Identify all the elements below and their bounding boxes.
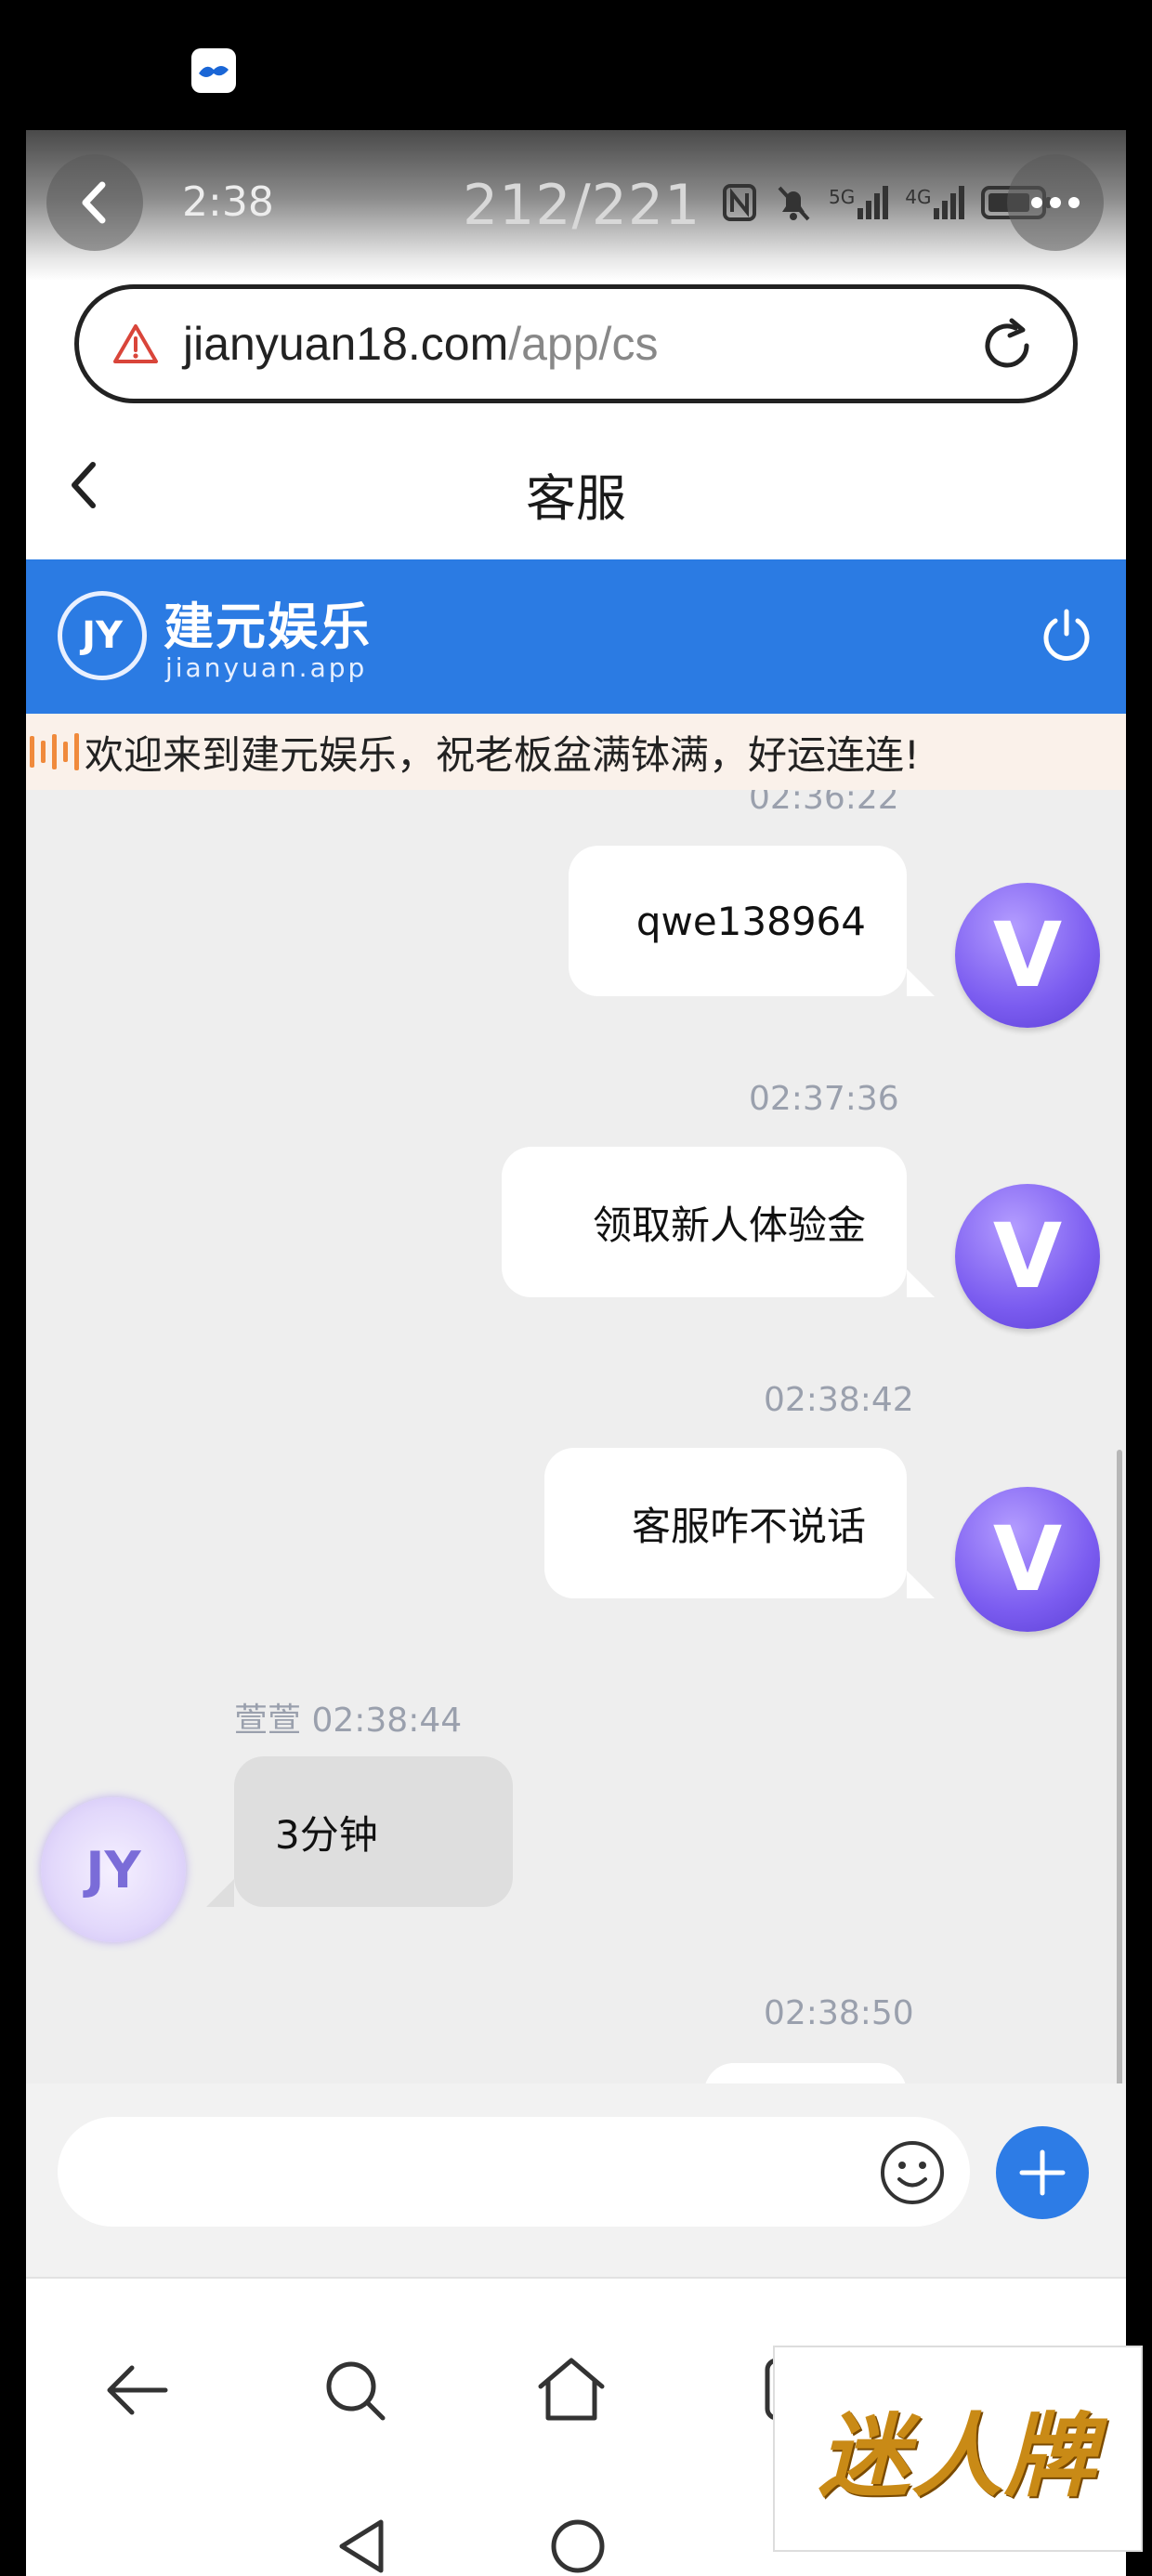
warning-icon	[113, 324, 158, 363]
bell-muted-icon	[778, 186, 810, 221]
signal-5g-icon: 5G	[829, 186, 889, 219]
message-bubble-sent[interactable]: qwe138964	[569, 846, 907, 996]
overlay-more-button[interactable]	[1007, 154, 1104, 251]
message-time: 02:36:22	[749, 790, 899, 817]
message-text: 3分钟	[275, 1811, 378, 1858]
brand-logo: JY	[58, 591, 147, 680]
chat-scrollbar[interactable]	[1117, 1450, 1122, 2083]
status-bar: 2:38 212/221 5G 4G	[26, 130, 1126, 281]
bubble-tail	[907, 968, 935, 996]
message-sender-time: 萱萱 02:38:44	[234, 1693, 462, 1741]
user-avatar[interactable]: V	[955, 883, 1100, 1028]
user-avatar[interactable]: V	[955, 1184, 1100, 1329]
message-bubble-received[interactable]: 3分钟	[234, 1756, 513, 1907]
system-icons: 5G 4G	[721, 182, 1052, 223]
message-input[interactable]	[58, 2117, 970, 2227]
message-text: 客服咋不说话	[631, 1503, 866, 1549]
page-header: 客服	[26, 409, 1126, 558]
reload-icon[interactable]	[978, 317, 1036, 375]
marquee-text: 欢迎来到建元娱乐，祝老板盆满钵满，好运连连!	[85, 731, 920, 778]
page-title: 客服	[526, 469, 626, 528]
message-bubble-sent[interactable]	[704, 2063, 907, 2083]
home-icon[interactable]	[535, 2353, 608, 2425]
message-text: qwe138964	[635, 898, 866, 944]
nfc-icon	[723, 184, 756, 221]
user-avatar[interactable]: V	[955, 1487, 1100, 1632]
overlay-back-button[interactable]	[46, 154, 143, 251]
watermark-logo: 迷人牌	[773, 2346, 1143, 2552]
announcement-marquee: 欢迎来到建元娱乐，祝老板盆满钵满，好运连连!	[26, 714, 1126, 790]
address-bar[interactable]: jianyuan18.com/app/cs	[74, 284, 1078, 403]
message-bubble-sent[interactable]: 领取新人体验金	[502, 1147, 907, 1297]
search-icon[interactable]	[321, 2357, 390, 2425]
sound-bars-icon	[30, 733, 79, 770]
chat-area[interactable]: 02:36:22 qwe138964 V 02:37:36 领取新人体验金 V …	[26, 790, 1126, 2083]
agent-avatar[interactable]: JY	[41, 1797, 186, 1942]
message-time: 02:38:50	[764, 1994, 914, 2032]
page-counter: 212/221	[463, 173, 701, 238]
more-dots-icon	[1031, 197, 1080, 208]
plus-icon	[1019, 2149, 1066, 2196]
message-time: 02:38:42	[764, 1381, 914, 1419]
brand-banner: JY 建元娱乐 jianyuan.app	[26, 559, 1126, 714]
system-back-icon[interactable]	[334, 2517, 390, 2576]
power-icon[interactable]	[1037, 606, 1096, 665]
signal-4g-icon: 4G	[905, 186, 965, 219]
message-time: 02:38:44	[311, 1702, 463, 1740]
message-time: 02:37:36	[749, 1080, 899, 1118]
chevron-left-icon	[82, 181, 106, 224]
brand-name-cn: 建元娱乐	[164, 598, 372, 656]
bubble-tail	[206, 1879, 234, 1907]
url-text: jianyuan18.com/app/cs	[183, 318, 659, 370]
message-text: 领取新人体验金	[592, 1202, 866, 1248]
add-attachment-button[interactable]	[996, 2126, 1089, 2219]
status-time: 2:38	[182, 178, 274, 226]
phone-screen: 2:38 212/221 5G 4G jianyuan18.com/app/cs…	[26, 130, 1126, 2576]
bubble-tail	[907, 1571, 935, 1598]
back-arrow-icon[interactable]	[102, 2360, 171, 2420]
bubble-tail	[907, 1269, 935, 1297]
watermark-text: 迷人牌	[818, 2404, 1097, 2510]
input-bar	[26, 2083, 1126, 2279]
brand-name-en: jianyuan.app	[165, 652, 368, 683]
sender-name: 萱萱	[234, 1702, 302, 1740]
emoji-icon[interactable]	[877, 2137, 948, 2208]
app-notification-icon	[191, 48, 236, 93]
top-black-bar	[0, 0, 1152, 130]
system-home-icon[interactable]	[548, 2517, 608, 2576]
message-bubble-sent[interactable]: 客服咋不说话	[544, 1448, 907, 1598]
